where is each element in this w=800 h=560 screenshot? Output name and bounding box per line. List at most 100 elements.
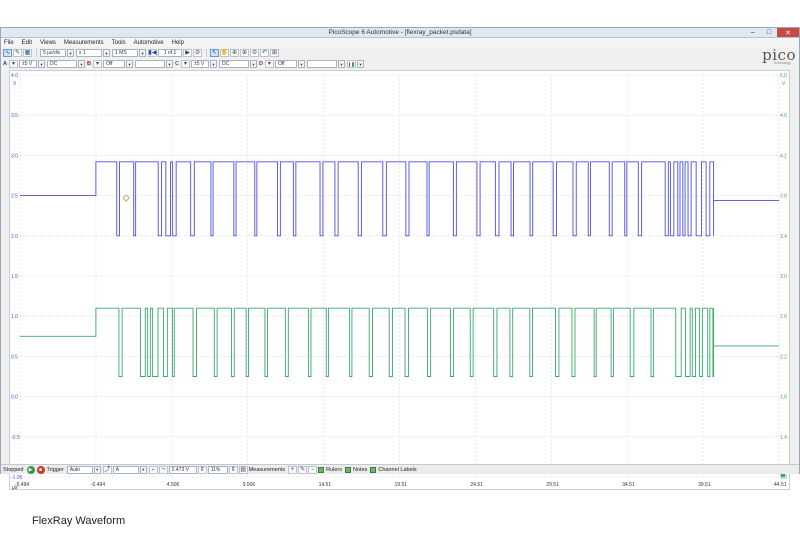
measurement-delete-icon[interactable]: − [308,465,318,474]
y-tick-label-right: 4.2 [780,153,787,159]
trigger-mode-dropdown[interactable]: ▼ [93,465,101,474]
close-button[interactable]: ✕ [777,28,799,37]
stop-capture-icon[interactable]: ■ [36,465,45,474]
buffer-overview-icon[interactable]: ⊘ [193,49,202,57]
channel-b-range-dropdown[interactable]: ▼ [165,60,173,68]
trigger-label: Trigger [46,466,64,473]
channel-c-coupling[interactable]: DC [218,60,249,68]
title-bar: PicoScope 6 Automotive - [flexray_packet… [1,28,799,38]
channel-b-coupling[interactable]: Off [102,60,125,68]
menu-file[interactable]: File [4,40,14,46]
buffer-next-icon[interactable]: ▶ [183,49,192,57]
measurement-edit-icon[interactable]: ✎ [298,465,308,474]
generator-green-dot-icon [352,61,354,67]
channel-c-options-icon[interactable]: ▾ [180,60,190,68]
maximize-button[interactable]: □ [761,28,777,37]
pretrigger-field[interactable]: 11% [207,465,228,474]
zoom-dropdown[interactable]: ▼ [103,49,110,57]
channel-d-range-dropdown[interactable]: ▼ [337,60,345,68]
x-tick-label: 39.51 [698,482,711,488]
y-tick-label-left: 4.0 [11,73,18,79]
x-unit-label: µs [12,485,18,491]
zoom-full-icon[interactable]: ⊞ [270,49,279,57]
menu-edit[interactable]: Edit [22,40,32,46]
menu-automotive[interactable]: Automotive [134,40,164,46]
zoom-undo-icon[interactable]: ↶ [260,49,269,57]
y-tick-label-right: 2.2 [780,354,787,360]
channel-b-options-icon[interactable]: ▾ [92,60,102,68]
minimize-button[interactable]: – [745,28,761,37]
trigger-level-spinner-icon[interactable]: ⇕ [197,465,207,474]
x-tick-label: 24.51 [470,482,483,488]
scope-view[interactable]: 4.0 3.5 3.0 2.5 2.0 1.5 1.0 0.5 0.0 -0.5 -1.00 V 5.0… [9,70,791,491]
signal-generator-dropdown[interactable]: ▼ [356,60,364,68]
y-tick-label-left: 3.5 [11,113,18,119]
probe-icon[interactable]: ✎ [13,49,22,57]
channel-a-coupling[interactable]: DC [46,60,77,68]
rulers-label[interactable]: Rulers [326,467,342,473]
zoom-in-icon[interactable]: ⊕ [240,49,249,57]
trigger-falling-icon[interactable]: ¬ [158,465,168,474]
menu-measurements[interactable]: Measurements [64,40,104,46]
menu-views[interactable]: Views [40,40,56,46]
toolbar-separator [36,49,37,57]
channel-c-range-dropdown[interactable]: ▼ [209,60,217,68]
channel-a-range[interactable]: ±5 V [18,60,37,68]
buffer-navigator: 1 of 1 [158,49,182,57]
channel-d-options-icon[interactable]: ▾ [264,60,274,68]
picoscope-window: PicoScope 6 Automotive - [flexray_packet… [0,27,800,491]
timebase-dropdown[interactable]: ▼ [67,49,74,57]
zoom-out-icon[interactable]: ⊖ [250,49,259,57]
trigger-rising-icon[interactable]: ⌐ [148,465,158,474]
notes-checkbox[interactable] [345,466,352,473]
channel-labels-label[interactable]: Channel Labels [378,467,416,473]
channel-b-coupling-dropdown[interactable]: ▼ [125,60,133,68]
trigger-mode-field[interactable]: Auto [66,465,93,474]
channel-d-coupling-dropdown[interactable]: ▼ [297,60,305,68]
x-tick-label: 14.51 [319,482,332,488]
y-tick-label-left: 0.0 [11,395,18,401]
channel-a-range-dropdown[interactable]: ▼ [37,60,45,68]
measurements-icon[interactable]: ▤ [238,465,248,474]
channel-d-range[interactable] [306,60,337,68]
channel-a-label: A [3,61,7,67]
start-capture-icon[interactable]: ▶ [26,465,35,474]
y-tick-label-right: 3.4 [780,234,787,240]
scope-mode-icon[interactable]: ∿ [3,49,12,57]
hand-pan-icon[interactable]: ✋ [220,49,229,57]
y-tick-label-left: -1.00 [11,475,23,481]
channel-labels-checkbox[interactable] [370,466,377,473]
pretrigger-spinner-icon[interactable]: ⇕ [228,465,238,474]
trigger-channel-field[interactable]: A [112,465,139,474]
y-tick-label-right: 1.8 [780,395,787,401]
select-pointer-icon[interactable]: ↖ [210,49,219,57]
trigger-level-field[interactable]: 2.473 V [168,465,197,474]
channel-a-coupling-dropdown[interactable]: ▼ [77,60,85,68]
waveform-plot[interactable]: 4.0 3.5 3.0 2.5 2.0 1.5 1.0 0.5 0.0 -0.5 -1.00 V 5.0… [10,71,791,491]
notes-label[interactable]: Notes [353,467,367,473]
trigger-edge-icon[interactable]: ⤴ [102,465,112,474]
y-tick-label-left: 0.5 [11,354,18,360]
timebase-field[interactable]: 5 µs/div [40,49,66,57]
channel-a-options-icon[interactable]: ▾ [8,60,18,68]
channel-c-range[interactable]: ±5 V [190,60,209,68]
status-bar: Stopped ▶ ■ Trigger Auto ▼ ⤴ A ▼ ⌐ ¬ 2.4… [1,464,799,474]
samples-field[interactable]: 1 MS [112,49,138,57]
buffer-first-icon[interactable]: ▮◀ [148,49,157,57]
menu-tools[interactable]: Tools [112,40,126,46]
measurement-add-icon[interactable]: + [288,465,298,474]
menu-help[interactable]: Help [172,40,184,46]
channel-d-coupling[interactable]: Off [274,60,297,68]
signal-generator-icon[interactable] [346,60,356,68]
trigger-channel-dropdown[interactable]: ▼ [139,465,147,474]
y-unit-right: V [782,81,786,87]
channel-c-coupling-dropdown[interactable]: ▼ [249,60,257,68]
samples-dropdown[interactable]: ▼ [139,49,146,57]
rulers-checkbox[interactable] [318,466,325,473]
zoom-field[interactable]: x 1 [76,49,102,57]
measurements-button[interactable]: Measurements [249,467,285,473]
zoom-box-icon[interactable]: ⊕ [230,49,239,57]
scope-view-icon[interactable]: ▦ [23,49,32,57]
channel-b-range[interactable] [134,60,165,68]
capture-state: Stopped [3,466,24,473]
